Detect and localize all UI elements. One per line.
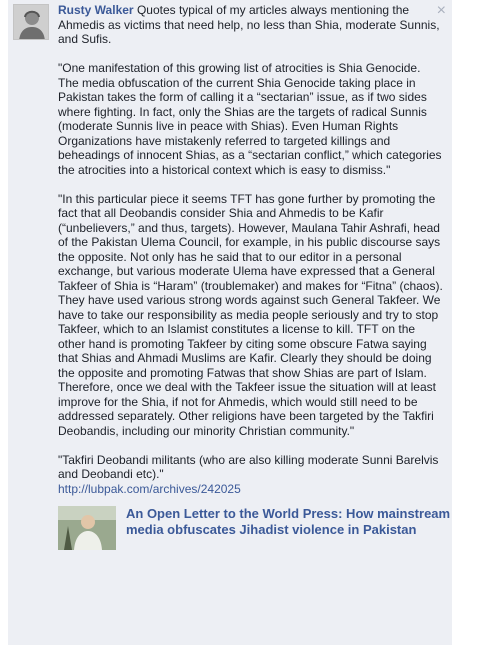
- quote-paragraph-3-text: "Takfiri Deobandi militants (who are als…: [58, 452, 439, 482]
- link-attachment[interactable]: An Open Letter to the World Press: How m…: [58, 506, 450, 550]
- comment-intro: Rusty Walker Quotes typical of my articl…: [58, 3, 444, 47]
- quote-paragraph-2: "In this particular piece it seems TFT h…: [58, 191, 443, 438]
- article-link[interactable]: http://lubpak.com/archives/242025: [58, 482, 241, 496]
- thumbnail-image: [58, 506, 116, 550]
- attachment-title[interactable]: An Open Letter to the World Press: How m…: [126, 506, 452, 538]
- avatar[interactable]: [13, 4, 49, 40]
- comment-body: Rusty Walker Quotes typical of my articl…: [58, 3, 450, 550]
- author-name[interactable]: Rusty Walker: [58, 3, 134, 17]
- avatar-image: [14, 5, 48, 39]
- quote-paragraph-3: "Takfiri Deobandi militants (who are als…: [58, 453, 444, 497]
- attachment-thumbnail[interactable]: [58, 506, 116, 550]
- comment-panel: × Rusty Walker Quotes typical of my arti…: [8, 0, 452, 645]
- quote-paragraph-1: "One manifestation of this growing list …: [58, 61, 442, 177]
